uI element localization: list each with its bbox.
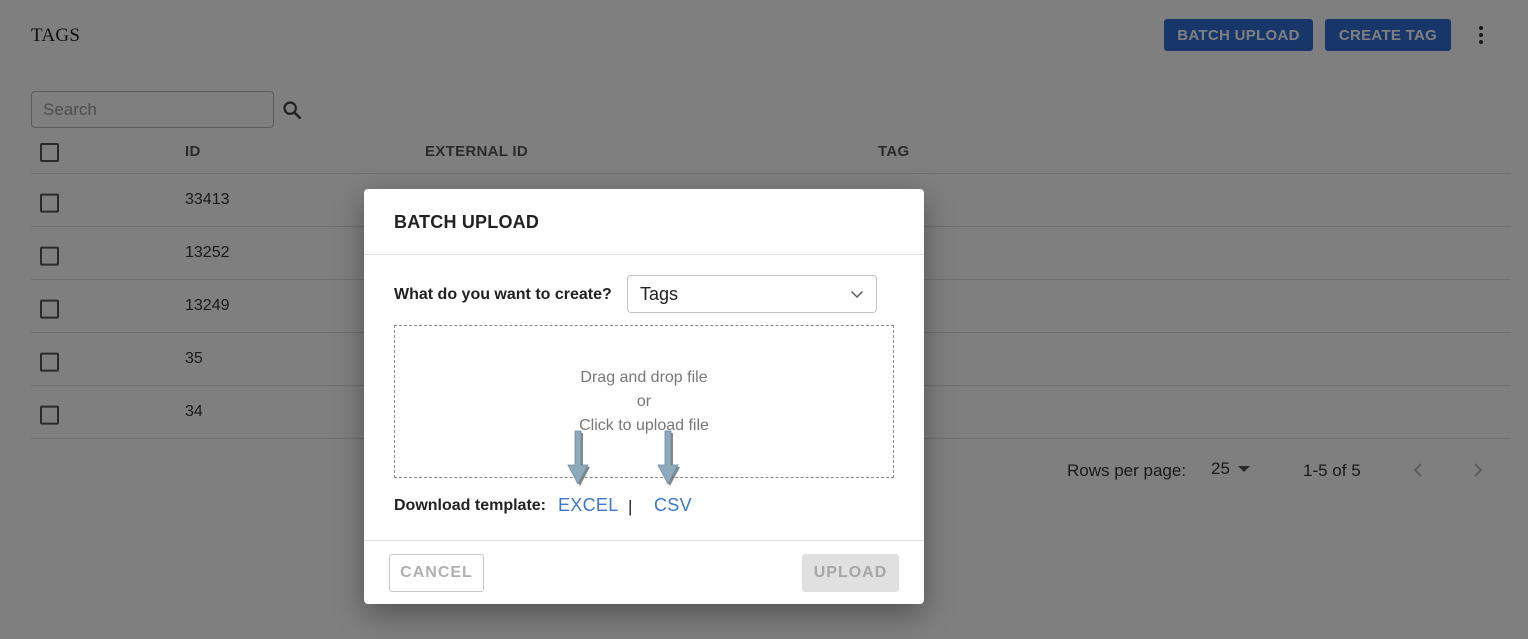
create-type-value: Tags: [640, 283, 679, 304]
divider: [364, 254, 924, 255]
divider: [364, 540, 924, 541]
create-type-select[interactable]: Tags: [627, 275, 877, 313]
annotation-arrow-down-icon: [657, 430, 680, 486]
annotation-arrow-down-icon: [567, 430, 590, 486]
dropzone-line-drag: Drag and drop file: [580, 369, 708, 386]
chevron-down-icon: [851, 291, 863, 298]
cancel-button[interactable]: CANCEL: [389, 554, 484, 592]
batch-upload-dialog: BATCH UPLOAD What do you want to create?…: [364, 189, 924, 604]
download-template-label: Download template:: [394, 497, 547, 514]
link-separator: |: [628, 497, 633, 516]
dropzone-line-or: or: [636, 393, 652, 410]
dialog-title: BATCH UPLOAD: [394, 212, 540, 232]
upload-button[interactable]: UPLOAD: [802, 554, 899, 592]
download-csv-link[interactable]: CSV: [654, 495, 692, 516]
create-type-label: What do you want to create?: [394, 286, 612, 303]
download-excel-link[interactable]: EXCEL: [558, 495, 619, 516]
dropzone-line-click: Click to upload file: [579, 417, 709, 434]
file-dropzone[interactable]: Drag and drop file or Click to upload fi…: [394, 325, 894, 478]
